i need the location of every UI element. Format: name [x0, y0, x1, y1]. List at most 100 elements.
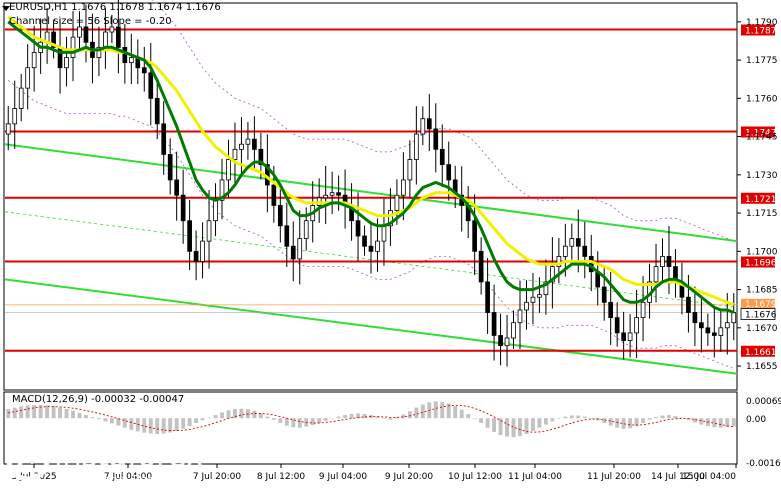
candle-body [692, 312, 698, 324]
candle [718, 309, 724, 352]
x-tick-label: 11 Jul 20:00 [587, 472, 641, 482]
x-tick-label: 9 Jul 20:00 [385, 472, 434, 482]
macd-label: MACD(12,26,9) -0.00032 -0.00047 [12, 394, 185, 405]
candle [128, 33, 134, 85]
macd-bar [25, 405, 30, 419]
macd-bar [84, 415, 88, 419]
candle-body [491, 312, 497, 336]
macd-bar [148, 418, 153, 434]
candle-body [699, 322, 704, 329]
candle [407, 140, 413, 198]
candle [368, 221, 374, 274]
channel-lower-line [4, 278, 738, 375]
macd-bar [731, 418, 736, 427]
macd-bar [181, 418, 186, 429]
candle-body [420, 118, 426, 135]
macd-bar [518, 418, 522, 437]
macd-bar [284, 418, 289, 426]
candle-body [116, 26, 121, 48]
price-panel-border [3, 2, 738, 391]
macd-bar [122, 418, 127, 428]
macd-bar [492, 418, 497, 432]
candle [582, 221, 588, 279]
candle-body [31, 52, 37, 69]
candle-body [569, 238, 575, 247]
candle [485, 258, 490, 334]
candle-body [122, 46, 128, 64]
candle [543, 259, 549, 315]
macd-bar [207, 417, 211, 419]
macd-bar [472, 418, 477, 419]
candle [653, 243, 659, 303]
candle [323, 165, 328, 225]
candle-body [401, 179, 406, 196]
candle-body [439, 148, 445, 166]
candle [692, 286, 698, 347]
macd-bar [673, 416, 678, 419]
macd-bar [401, 414, 406, 419]
macd-bar [194, 418, 199, 423]
x-tick-label: 10 Jul 12:00 [448, 472, 502, 482]
x-tick-label: 11 Jul 04:00 [508, 472, 562, 482]
candle [290, 221, 296, 282]
macd-bar [349, 413, 354, 419]
candle [569, 223, 575, 260]
candle [64, 36, 69, 87]
candle-body [375, 240, 380, 252]
candle-body [705, 327, 711, 334]
candle-body [511, 322, 516, 339]
candle [686, 274, 691, 333]
candle-body [524, 301, 529, 311]
macd-bar [699, 418, 704, 425]
macd-bar [615, 418, 620, 428]
macd-bar [58, 407, 63, 419]
candle-body [252, 138, 257, 150]
candle-body [161, 123, 167, 155]
candle-body [109, 26, 115, 33]
level-label: 1.1787 [745, 26, 777, 36]
macd-bar [543, 418, 548, 425]
instaforex-logo: instaforex Instant Forex Trading [6, 436, 216, 486]
macd-bar [382, 418, 386, 419]
candle-body [200, 240, 205, 262]
macd-bar [187, 418, 192, 427]
candle-body [608, 301, 614, 319]
candle-body [245, 138, 251, 145]
macd-tick-label: 0.00 [746, 415, 766, 425]
candle-body [653, 266, 659, 283]
macd-bar [589, 418, 594, 419]
macd-bar [19, 406, 24, 419]
instaforex-logo-icon [6, 438, 50, 482]
candle [96, 26, 102, 77]
candle [433, 103, 439, 173]
candle-body [601, 286, 607, 303]
macd-bar [323, 418, 328, 421]
macd-bar [505, 418, 509, 437]
candle-body [206, 220, 212, 242]
macd-bar [628, 418, 633, 429]
macd-bar [459, 409, 464, 419]
y-tick-label: 1.1775 [746, 56, 778, 66]
candle [219, 158, 225, 220]
candle [537, 277, 542, 313]
candle-body [239, 143, 244, 150]
candle [498, 313, 503, 366]
macd-bar [336, 416, 341, 419]
candle-body [83, 26, 89, 43]
candle [550, 237, 555, 309]
candle-body [64, 57, 69, 69]
candle [621, 311, 626, 360]
candle [336, 175, 341, 211]
candle-body [180, 194, 186, 222]
candle [180, 169, 186, 244]
macd-bar [433, 401, 438, 419]
candle [699, 295, 704, 353]
macd-bar [220, 412, 224, 419]
candle-body [128, 57, 134, 64]
candle [18, 73, 24, 122]
candle [420, 106, 426, 146]
candle-body [666, 256, 672, 268]
logo-tagline: Instant Forex Trading [56, 473, 172, 486]
candle [200, 222, 205, 279]
candle [426, 94, 432, 152]
